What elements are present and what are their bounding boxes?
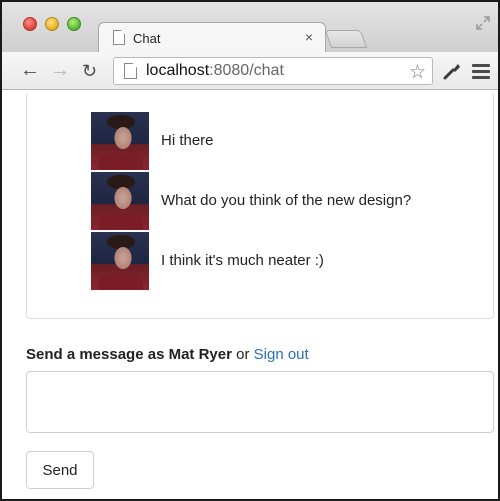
compose-prefix: Send a message as xyxy=(26,346,169,363)
message-text: What do you think of the new design? xyxy=(161,192,412,209)
message-input[interactable] xyxy=(26,371,494,433)
wrench-icon[interactable] xyxy=(442,61,462,81)
avatar xyxy=(91,172,149,230)
close-tab-icon[interactable]: × xyxy=(305,29,313,45)
message-item: I think it's much neater :) xyxy=(91,232,491,290)
fullscreen-icon[interactable] xyxy=(476,16,490,30)
page-icon xyxy=(113,30,125,45)
arrow-right-icon[interactable]: → xyxy=(50,60,70,80)
browser-window: Chat × ← → ↻ localhost:8080/chat ☆ Hi th… xyxy=(0,0,500,501)
star-icon[interactable]: ☆ xyxy=(409,61,426,84)
messages-panel: Hi there What do you think of the new de… xyxy=(26,94,494,319)
zoom-window-button[interactable] xyxy=(67,17,81,31)
new-tab-button[interactable] xyxy=(324,30,368,48)
avatar xyxy=(91,112,149,170)
reload-icon[interactable]: ↻ xyxy=(82,61,97,81)
message-item: Hi there xyxy=(91,112,491,170)
address-bar[interactable]: localhost:8080/chat ☆ xyxy=(113,57,433,85)
sign-out-link[interactable]: Sign out xyxy=(254,346,309,363)
compose-connector: or xyxy=(231,346,254,363)
user-name: Mat Ryer xyxy=(168,346,232,363)
url-text[interactable]: localhost:8080/chat xyxy=(146,62,284,80)
menu-icon[interactable] xyxy=(472,64,490,82)
tab-title: Chat xyxy=(133,31,161,46)
page-content: Hi there What do you think of the new de… xyxy=(2,91,498,499)
minimize-window-button[interactable] xyxy=(45,17,59,31)
close-window-button[interactable] xyxy=(23,17,37,31)
url-path: :8080/chat xyxy=(209,62,284,79)
page-icon xyxy=(124,63,137,79)
message-item: What do you think of the new design? xyxy=(91,172,491,230)
browser-toolbar: ← → ↻ localhost:8080/chat ☆ xyxy=(2,52,498,90)
message-text: I think it's much neater :) xyxy=(161,252,324,269)
send-button[interactable]: Send xyxy=(26,451,94,489)
compose-label: Send a message as Mat Ryer or Sign out xyxy=(26,346,309,363)
tab-strip: Chat × xyxy=(2,2,498,52)
url-host: localhost xyxy=(146,62,210,79)
avatar xyxy=(91,232,149,290)
arrow-left-icon[interactable]: ← xyxy=(20,60,40,80)
message-text: Hi there xyxy=(161,132,214,149)
tab-chat[interactable]: Chat × xyxy=(98,22,326,52)
